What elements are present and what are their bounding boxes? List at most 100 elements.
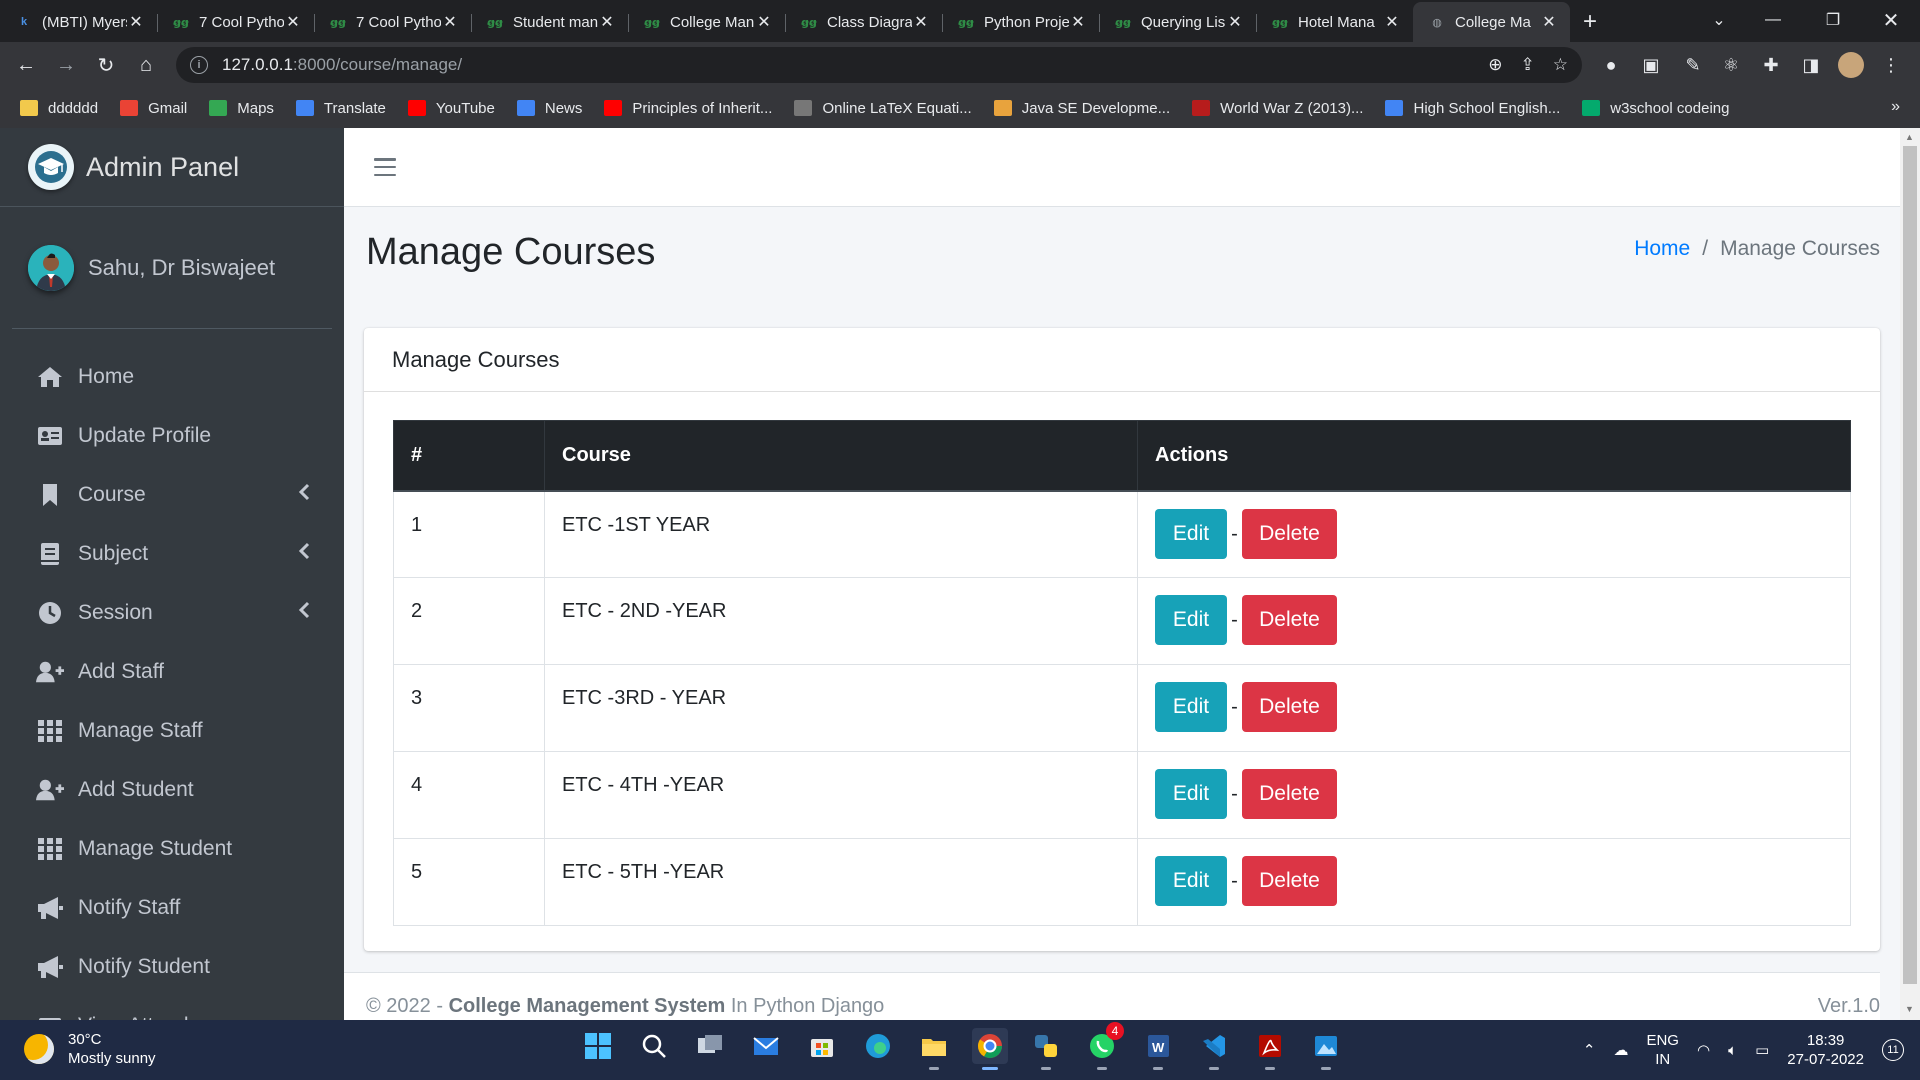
browser-tab[interactable]: ꞡꞡ 7 Cool Pytho ✕	[314, 2, 471, 42]
close-tab-icon[interactable]: ✕	[755, 13, 773, 31]
bookmark-item[interactable]: Gmail	[120, 100, 187, 117]
page-scrollbar[interactable]: ▲ ▼	[1900, 128, 1920, 1020]
user-panel[interactable]: Sahu, Dr Biswajeet	[12, 207, 332, 329]
close-tab-icon[interactable]: ✕	[1540, 13, 1558, 31]
search-icon[interactable]	[636, 1028, 672, 1064]
share-icon[interactable]: ⇪	[1521, 55, 1535, 75]
chevron-left-icon[interactable]	[298, 483, 310, 507]
restore-button[interactable]: ❐	[1808, 0, 1858, 40]
mail-icon[interactable]	[748, 1028, 784, 1064]
extension-pen-icon[interactable]: ✎	[1678, 46, 1708, 84]
close-tab-icon[interactable]: ✕	[284, 13, 302, 31]
close-tab-icon[interactable]: ✕	[1383, 13, 1401, 31]
extension-icon[interactable]: ▣	[1636, 46, 1666, 84]
bookmark-item[interactable]: Translate	[295, 100, 386, 117]
battery-icon[interactable]: ▭	[1755, 1041, 1769, 1059]
acrobat-icon[interactable]	[1252, 1028, 1288, 1070]
file-explorer-icon[interactable]	[916, 1028, 952, 1070]
browser-tab[interactable]: ꞡꞡ Python Proje ✕	[942, 2, 1099, 42]
windows-start-icon[interactable]	[580, 1028, 616, 1064]
python-icon[interactable]	[1028, 1028, 1064, 1070]
sidebar-item-manage-staff[interactable]: Manage Staff	[0, 701, 344, 760]
wifi-icon[interactable]: ◠	[1697, 1041, 1710, 1059]
menu-kebab-icon[interactable]: ⋮	[1876, 46, 1906, 84]
minimize-button[interactable]: —	[1748, 0, 1798, 40]
close-tab-icon[interactable]: ✕	[912, 13, 930, 31]
scrollbar-thumb[interactable]	[1903, 146, 1917, 984]
whatsapp-icon[interactable]: 4	[1084, 1022, 1124, 1070]
browser-tab[interactable]: k (MBTI) Myers ✕	[0, 2, 157, 42]
menu-toggle-icon[interactable]	[374, 158, 396, 176]
language-indicator[interactable]: ENG IN	[1646, 1031, 1679, 1069]
bookmark-item[interactable]: World War Z (2013)...	[1192, 100, 1363, 117]
sidebar-item-session[interactable]: Session	[0, 583, 344, 642]
edge-icon[interactable]	[860, 1028, 896, 1064]
extension-mic-icon[interactable]: ●	[1596, 46, 1626, 84]
delete-button[interactable]: Delete	[1242, 682, 1337, 732]
browser-tab[interactable]: ꞡꞡ College Man ✕	[628, 2, 785, 42]
bookmark-star-icon[interactable]: ☆	[1553, 55, 1568, 75]
edit-button[interactable]: Edit	[1155, 769, 1227, 819]
volume-muted-icon[interactable]: 🔈︎	[1728, 1042, 1737, 1059]
sidebar-item-notify-student[interactable]: Notify Student	[0, 937, 344, 996]
bookmark-item[interactable]: Java SE Developme...	[993, 100, 1170, 117]
sidebar-item-manage-student[interactable]: Manage Student	[0, 819, 344, 878]
back-button[interactable]: ←	[6, 45, 46, 85]
notification-center-icon[interactable]: 11	[1882, 1039, 1904, 1061]
reload-button[interactable]: ↻	[86, 45, 126, 85]
chevron-left-icon[interactable]	[298, 542, 310, 566]
browser-tab[interactable]: ꞡꞡ 7 Cool Pytho ✕	[157, 2, 314, 42]
close-tab-icon[interactable]: ✕	[441, 13, 459, 31]
bookmark-item[interactable]: News	[516, 100, 582, 117]
close-tab-icon[interactable]: ✕	[598, 13, 616, 31]
task-view-icon[interactable]	[692, 1028, 728, 1064]
browser-tab[interactable]: ꞡꞡ Querying Lis ✕	[1099, 2, 1256, 42]
close-tab-icon[interactable]: ✕	[1226, 13, 1244, 31]
sidebar-item-course[interactable]: Course	[0, 465, 344, 524]
side-panel-icon[interactable]: ◨	[1796, 46, 1826, 84]
sidebar-item-view-attendance[interactable]: View Attendance	[0, 996, 344, 1020]
footer-system-name[interactable]: College Management System	[449, 995, 726, 1017]
edit-button[interactable]: Edit	[1155, 595, 1227, 645]
tab-search-icon[interactable]: ⌄	[1694, 0, 1744, 40]
forward-button[interactable]: →	[46, 45, 86, 85]
bookmark-item[interactable]: Principles of Inherit...	[604, 100, 772, 117]
delete-button[interactable]: Delete	[1242, 769, 1337, 819]
bookmark-item[interactable]: YouTube	[407, 100, 495, 117]
onedrive-icon[interactable]: ☁	[1613, 1041, 1628, 1059]
bookmark-item[interactable]: w3school codeing	[1582, 100, 1729, 117]
tray-overflow-chevron-icon[interactable]: ⌃	[1583, 1041, 1596, 1059]
scroll-up-arrow-icon[interactable]: ▲	[1905, 132, 1915, 142]
bookmark-item[interactable]: Online LaTeX Equati...	[794, 100, 972, 117]
more-bookmarks-icon[interactable]: »	[1891, 98, 1900, 116]
chrome-icon[interactable]	[972, 1028, 1008, 1070]
address-bar[interactable]: i 127.0.0.1:8000/course/manage/ ⊕ ⇪ ☆	[176, 47, 1582, 83]
zoom-icon[interactable]: ⊕	[1488, 55, 1502, 75]
close-tab-icon[interactable]: ✕	[127, 13, 145, 31]
profile-avatar[interactable]	[1836, 46, 1866, 84]
bookmark-item[interactable]: Maps	[209, 100, 274, 117]
word-icon[interactable]: W	[1140, 1028, 1176, 1070]
clock[interactable]: 18:39 27-07-2022	[1787, 1031, 1864, 1069]
new-tab-button[interactable]: +	[1570, 2, 1610, 42]
sidebar-item-update-profile[interactable]: Update Profile	[0, 406, 344, 465]
weather-widget[interactable]: 30°C Mostly sunny	[24, 1030, 156, 1068]
delete-button[interactable]: Delete	[1242, 508, 1337, 559]
chevron-left-icon[interactable]	[298, 601, 310, 625]
sidebar-item-add-staff[interactable]: Add Staff	[0, 642, 344, 701]
browser-tab[interactable]: ꞡꞡ Hotel Mana ✕	[1256, 2, 1413, 42]
browser-tab[interactable]: ꞡꞡ Student man ✕	[471, 2, 628, 42]
sidebar-item-notify-staff[interactable]: Notify Staff	[0, 878, 344, 937]
close-window-button[interactable]: ✕	[1866, 0, 1916, 40]
sidebar-item-add-student[interactable]: Add Student	[0, 760, 344, 819]
extension-react-icon[interactable]: ⚛	[1716, 46, 1746, 84]
site-info-icon[interactable]: i	[190, 56, 208, 74]
scroll-down-arrow-icon[interactable]: ▼	[1905, 1004, 1915, 1014]
close-tab-icon[interactable]: ✕	[1069, 13, 1087, 31]
brand-link[interactable]: Admin Panel	[0, 128, 344, 207]
extensions-puzzle-icon[interactable]: ✚	[1756, 46, 1786, 84]
edit-button[interactable]: Edit	[1155, 856, 1227, 906]
home-button[interactable]: ⌂	[126, 45, 166, 85]
sidebar-item-home[interactable]: Home	[0, 347, 344, 406]
browser-tab[interactable]: ꞡꞡ Class Diagra ✕	[785, 2, 942, 42]
